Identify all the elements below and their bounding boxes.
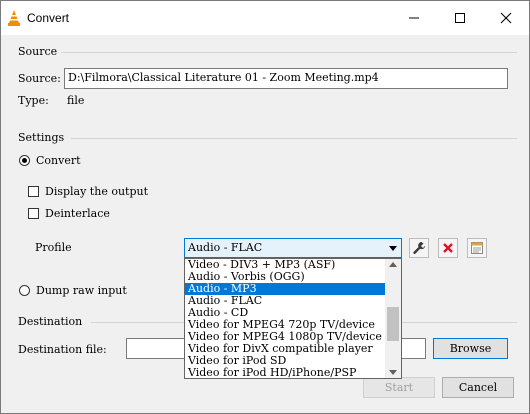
red-x-icon (443, 243, 453, 253)
scrollbar-thumb[interactable] (387, 307, 399, 341)
close-icon (500, 12, 512, 24)
wrench-icon (413, 242, 426, 255)
maximize-icon (455, 13, 465, 23)
chevron-down-icon (389, 246, 397, 251)
settings-separator (71, 138, 517, 139)
cancel-button[interactable]: Cancel (442, 377, 514, 398)
delete-profile-button[interactable] (438, 238, 458, 258)
profile-option-ipod-sd[interactable]: Video for iPod SD (185, 355, 386, 367)
profile-label: Profile (35, 241, 72, 254)
edit-profile-button[interactable] (409, 238, 429, 258)
scroll-down-arrow-icon[interactable] (389, 370, 397, 375)
window-title: Convert (27, 11, 70, 25)
close-button[interactable] (483, 1, 529, 35)
settings-group-label: Settings (18, 131, 65, 144)
profile-selected-value: Audio - FLAC (188, 241, 263, 254)
convert-radio[interactable] (19, 155, 30, 166)
source-group-label: Source (18, 45, 58, 58)
destination-file-label: Destination file: (18, 343, 107, 356)
dropdown-scrollbar[interactable] (385, 259, 401, 378)
dump-raw-radio[interactable] (19, 285, 30, 296)
display-output-checkbox[interactable] (28, 186, 39, 197)
profile-option-flac[interactable]: Audio - FLAC (185, 295, 386, 307)
profile-option-vorbis-ogg[interactable]: Audio - Vorbis (OGG) (185, 271, 386, 283)
profile-option-mpeg4-1080p[interactable]: Video for MPEG4 1080p TV/device (185, 331, 386, 343)
scroll-up-arrow-icon[interactable] (389, 262, 397, 267)
start-button[interactable]: Start (363, 377, 435, 398)
browse-button[interactable]: Browse (433, 338, 508, 359)
profile-option-cd[interactable]: Audio - CD (185, 307, 386, 319)
display-output-label[interactable]: Display the output (45, 185, 148, 198)
maximize-button[interactable] (437, 1, 483, 35)
source-path-field[interactable]: D:\Filmora\Classical Literature 01 - Zoo… (64, 68, 508, 89)
profile-option-divx[interactable]: Video for DivX compatible player (185, 343, 386, 355)
profile-option-div3-mp3-asf[interactable]: Video - DIV3 + MP3 (ASF) (185, 259, 386, 271)
convert-label[interactable]: Convert (36, 154, 81, 167)
minimize-icon (409, 17, 419, 19)
source-label: Source: (18, 72, 61, 85)
type-value: file (67, 94, 85, 107)
profile-options: Video - DIV3 + MP3 (ASF) Audio - Vorbis … (185, 259, 386, 379)
profile-option-ipod-hd[interactable]: Video for iPod HD/iPhone/PSP (185, 367, 386, 379)
dump-raw-label[interactable]: Dump raw input (36, 284, 127, 297)
profile-option-mpeg4-720p[interactable]: Video for MPEG4 720p TV/device (185, 319, 386, 331)
minimize-button[interactable] (391, 1, 437, 35)
type-label: Type: (18, 94, 49, 107)
deinterlace-label[interactable]: Deinterlace (45, 207, 110, 220)
profile-dropdown-list[interactable]: Video - DIV3 + MP3 (ASF) Audio - Vorbis … (184, 258, 402, 379)
convert-dialog: Convert Source Source: D:\Filmora\Classi… (0, 0, 530, 414)
deinterlace-checkbox[interactable] (28, 208, 39, 219)
vlc-cone-icon (8, 10, 20, 26)
profile-select[interactable]: Audio - FLAC (184, 238, 402, 258)
profile-option-mp3[interactable]: Audio - MP3 (185, 283, 386, 295)
title-bar[interactable]: Convert (1, 1, 529, 35)
new-profile-button[interactable] (467, 238, 487, 258)
destination-group-label: Destination (18, 315, 83, 328)
new-profile-icon (471, 242, 483, 254)
source-separator (61, 52, 517, 53)
